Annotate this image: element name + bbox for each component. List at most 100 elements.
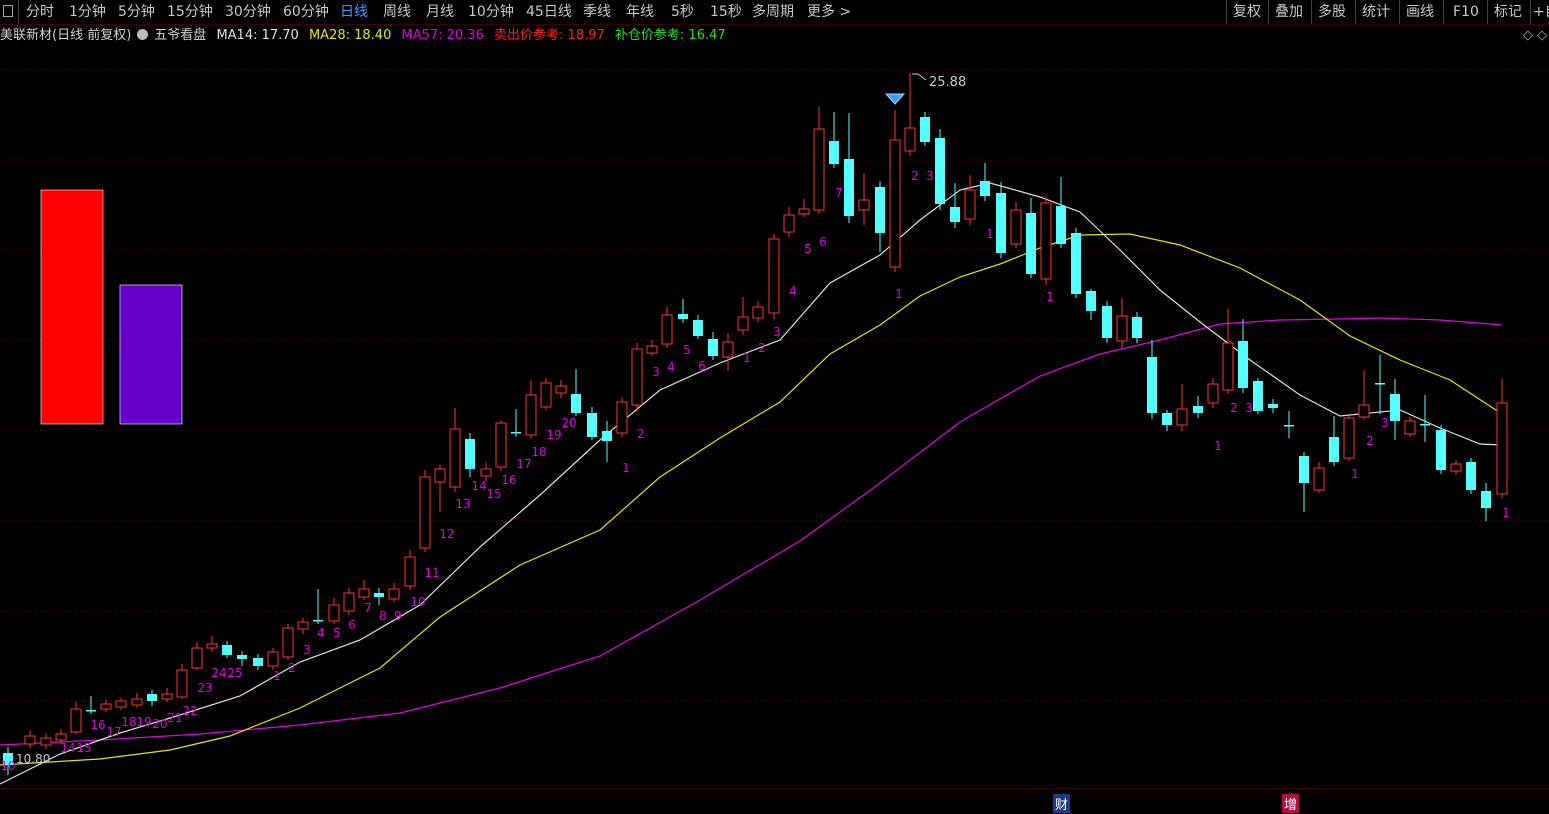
candle-body bbox=[1329, 437, 1339, 462]
candle-body bbox=[829, 141, 839, 164]
period-tab-60min[interactable]: 60分钟 bbox=[283, 2, 329, 22]
candle-up bbox=[434, 465, 446, 512]
candle-down bbox=[996, 182, 1006, 258]
period-tab-quarter[interactable]: 季线 bbox=[583, 2, 611, 22]
financial-report-marker[interactable]: 财 bbox=[1053, 794, 1071, 813]
candle-body bbox=[540, 382, 552, 408]
period-tab-fenshi[interactable]: 分时 bbox=[26, 2, 54, 22]
expand-diamond-icon[interactable]: ◇ ◇ bbox=[1523, 28, 1547, 43]
candle-body bbox=[722, 341, 734, 358]
candle-up bbox=[1313, 462, 1325, 493]
toolbar-divider bbox=[1530, 0, 1531, 24]
period-tab-15min[interactable]: 15分钟 bbox=[167, 2, 213, 22]
candle-body bbox=[858, 199, 870, 211]
candle-body bbox=[449, 428, 461, 488]
kline-chart[interactable]: 1014 1516 1718 19 20 21 222324 25 1234 5678 910111… bbox=[0, 47, 1549, 787]
candle-down bbox=[511, 409, 521, 437]
candle-down bbox=[693, 315, 703, 339]
toolbar-divider bbox=[1226, 0, 1227, 24]
add-custom-button[interactable]: +自 bbox=[1533, 2, 1549, 22]
candle-body bbox=[1375, 383, 1385, 385]
period-tab-more[interactable]: 更多 > bbox=[807, 2, 851, 22]
candle-down bbox=[253, 654, 263, 670]
candle-up bbox=[1404, 417, 1416, 437]
count-label: 6 bbox=[698, 359, 706, 373]
candle-down bbox=[1253, 378, 1263, 414]
low-price-label: 10.80 bbox=[16, 752, 50, 766]
candle-body bbox=[1193, 406, 1203, 413]
period-tab-5min[interactable]: 5分钟 bbox=[118, 2, 155, 22]
period-tab-45day[interactable]: 45日线 bbox=[526, 2, 572, 22]
candle-body bbox=[1450, 463, 1462, 472]
count-label: 10 bbox=[0, 759, 15, 773]
candle-down bbox=[587, 407, 597, 440]
candle-body bbox=[1299, 456, 1309, 483]
period-tab-multi[interactable]: 多周期 bbox=[752, 2, 794, 22]
candle-body bbox=[465, 439, 475, 469]
candle-up bbox=[783, 207, 795, 237]
candle-down bbox=[1481, 483, 1491, 521]
period-tab-weekly[interactable]: 周线 bbox=[383, 2, 411, 22]
candle-body bbox=[434, 468, 446, 483]
period-tab-10min[interactable]: 10分钟 bbox=[468, 2, 514, 22]
period-tab-1min[interactable]: 1分钟 bbox=[69, 2, 106, 22]
candle-body bbox=[904, 127, 916, 152]
candle-body bbox=[1147, 357, 1157, 413]
candle-up bbox=[1343, 416, 1355, 461]
overlay-button[interactable]: 叠加 bbox=[1275, 2, 1303, 22]
formula-gear-icon[interactable] bbox=[137, 29, 149, 40]
candle-body bbox=[147, 694, 157, 701]
f10-button[interactable]: F10 bbox=[1453, 2, 1479, 22]
share-increase-marker[interactable]: 增 bbox=[1282, 794, 1300, 813]
candle-body bbox=[935, 138, 945, 204]
candle-body bbox=[602, 431, 612, 441]
stock-title[interactable]: 美联新材(日线 前复权) bbox=[0, 28, 131, 43]
toolbar-divider bbox=[1443, 0, 1444, 24]
multi-stock-button[interactable]: 多股 bbox=[1318, 2, 1346, 22]
toolbar-divider bbox=[1487, 0, 1488, 24]
count-label: 3 bbox=[1245, 401, 1253, 415]
statistics-button[interactable]: 统计 bbox=[1362, 2, 1390, 22]
candle-up bbox=[419, 470, 431, 552]
period-tab-daily[interactable]: 日线 bbox=[340, 2, 368, 22]
period-tab-30min[interactable]: 30分钟 bbox=[225, 2, 271, 22]
candle-up bbox=[722, 333, 734, 371]
count-label: 4 bbox=[789, 284, 797, 298]
indicator-info-line: 美联新材(日线 前复权) 五爷看盘 MA14: 17.70 MA28: 18.40… bbox=[0, 26, 732, 46]
count-label: 3 bbox=[773, 325, 781, 339]
period-tab-year[interactable]: 年线 bbox=[626, 2, 654, 22]
candle-body bbox=[631, 348, 643, 406]
candle-down bbox=[1436, 425, 1446, 474]
candle-up bbox=[964, 175, 976, 225]
candle-body bbox=[844, 159, 854, 216]
candle-up bbox=[631, 343, 643, 412]
period-tab-5sec[interactable]: 5秒 bbox=[671, 2, 694, 22]
candle-up bbox=[889, 110, 901, 272]
count-label: 24 bbox=[211, 666, 226, 680]
candle-down bbox=[222, 641, 232, 658]
draw-line-button[interactable]: 画线 bbox=[1406, 2, 1434, 22]
candle-body bbox=[1162, 413, 1172, 425]
candle-body bbox=[1026, 213, 1036, 274]
candle-body bbox=[328, 604, 340, 622]
count-label: 17 bbox=[516, 457, 531, 471]
period-tab-monthly[interactable]: 月线 bbox=[426, 2, 454, 22]
formula-name[interactable]: 五爷看盘 bbox=[154, 28, 206, 43]
count-label: 21 bbox=[167, 711, 182, 725]
candle-body bbox=[1116, 315, 1128, 342]
candle-body bbox=[889, 139, 901, 268]
candle-up bbox=[1116, 298, 1128, 348]
sell-price-ref: 卖出价参考: 18.97 bbox=[494, 28, 605, 43]
candle-down bbox=[1147, 340, 1157, 419]
mark-button[interactable]: 标记 bbox=[1494, 2, 1522, 22]
count-label: 5 bbox=[683, 343, 691, 357]
fuquan-button[interactable]: 复权 bbox=[1233, 2, 1261, 22]
candle-up bbox=[449, 408, 461, 492]
toolbar-divider bbox=[18, 0, 19, 24]
candle-body bbox=[1253, 381, 1263, 411]
count-label: 2 bbox=[758, 341, 766, 355]
window-box-icon[interactable] bbox=[3, 5, 13, 17]
ma14-value: MA14: 17.70 bbox=[216, 28, 299, 43]
count-label: 3 bbox=[1381, 416, 1389, 430]
period-tab-15sec[interactable]: 15秒 bbox=[710, 2, 742, 22]
